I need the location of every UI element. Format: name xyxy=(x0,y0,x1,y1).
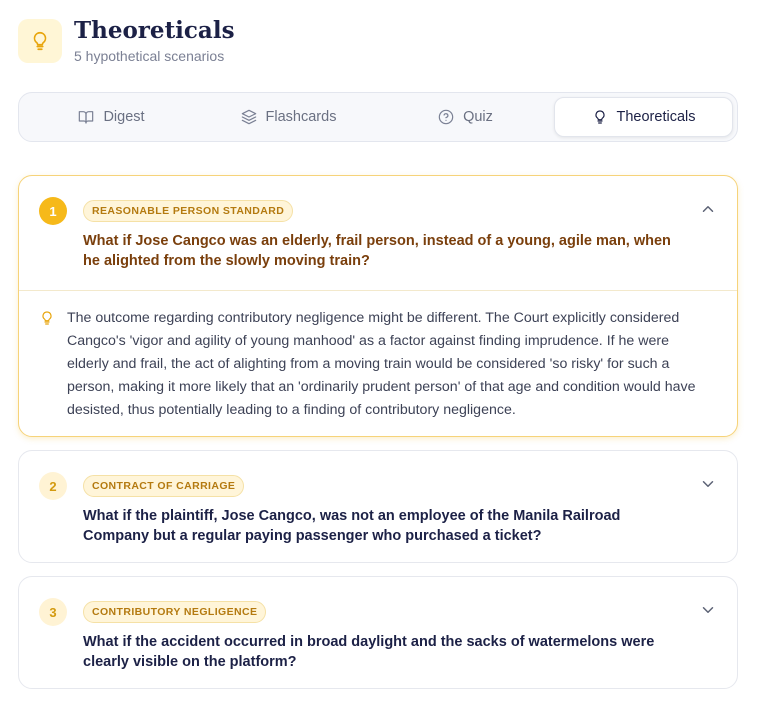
scenario-number: 3 xyxy=(39,598,67,626)
scenario-card[interactable]: 3 CONTRIBUTORY NEGLIGENCE What if the ac… xyxy=(18,576,738,689)
scenario-card: 1 REASONABLE PERSON STANDARD What if Jos… xyxy=(18,175,738,437)
scenario-answer-text: The outcome regarding contributory negli… xyxy=(67,310,696,418)
scenario-header[interactable]: 2 CONTRACT OF CARRIAGE What if the plain… xyxy=(19,451,737,546)
scenario-header[interactable]: 1 REASONABLE PERSON STANDARD What if Jos… xyxy=(19,176,737,271)
page-header: Theoreticals 5 hypothetical scenarios xyxy=(18,16,235,68)
page-subtitle: 5 hypothetical scenarios xyxy=(74,48,225,64)
book-open-icon xyxy=(79,111,94,124)
tab-digest[interactable]: Digest xyxy=(23,97,200,137)
chevron-down-icon[interactable] xyxy=(699,475,717,493)
scenario-number: 1 xyxy=(39,197,67,225)
lightbulb-icon xyxy=(594,110,605,124)
scenario-tag: CONTRIBUTORY NEGLIGENCE xyxy=(83,601,267,623)
tab-theoreticals-label: Theoreticals xyxy=(616,109,696,125)
scenario-card[interactable]: 2 CONTRACT OF CARRIAGE What if the plain… xyxy=(18,450,738,563)
chevron-down-icon[interactable] xyxy=(699,601,717,619)
scenario-tag: REASONABLE PERSON STANDARD xyxy=(83,200,294,222)
tab-flashcards[interactable]: Flashcards xyxy=(200,97,377,137)
tab-quiz-label: Quiz xyxy=(463,109,493,125)
tab-theoreticals[interactable]: Theoreticals xyxy=(554,97,733,137)
tab-flashcards-label: Flashcards xyxy=(265,109,337,125)
tab-quiz[interactable]: Quiz xyxy=(377,97,554,137)
scenario-question: What if Jose Cangco was an elderly, frai… xyxy=(83,233,671,269)
tab-digest-label: Digest xyxy=(103,109,145,125)
lightbulb-icon xyxy=(42,311,52,325)
page-title: Theoreticals xyxy=(74,17,235,44)
help-circle-icon xyxy=(438,109,454,125)
scenario-header[interactable]: 3 CONTRIBUTORY NEGLIGENCE What if the ac… xyxy=(19,577,737,672)
chevron-up-icon[interactable] xyxy=(699,200,717,218)
scenario-question: What if the plaintiff, Jose Cangco, was … xyxy=(83,508,621,544)
lightbulb-icon xyxy=(18,19,62,63)
scenario-question: What if the accident occurred in broad d… xyxy=(83,634,655,670)
layers-icon xyxy=(241,109,256,125)
tab-bar: Digest Flashcards Quiz Theoreticals xyxy=(18,92,738,142)
scenario-answer: The outcome regarding contributory negli… xyxy=(19,291,737,442)
scenario-number: 2 xyxy=(39,472,67,500)
scenario-tag: CONTRACT OF CARRIAGE xyxy=(83,475,245,497)
